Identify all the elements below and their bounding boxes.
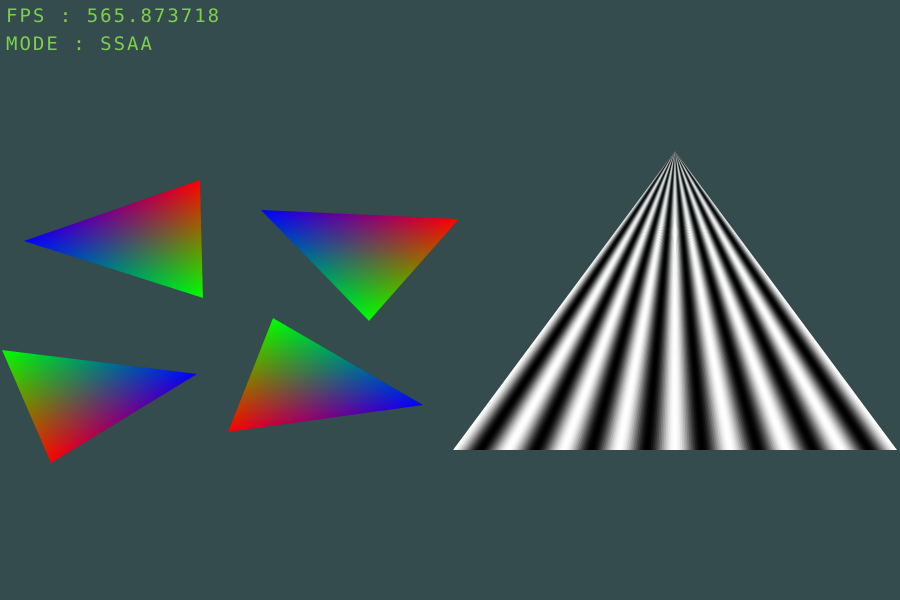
fps-separator: : <box>59 5 74 27</box>
rgb-triangle <box>261 210 459 321</box>
render-scene <box>2 151 897 463</box>
rgb-triangle <box>24 180 203 298</box>
render-viewport: FPS : 565.873718 MODE : SSAA <box>0 0 900 600</box>
triangle-layer <box>2 180 459 463</box>
fps-label: FPS <box>6 5 47 27</box>
mode-label: MODE <box>6 33 60 55</box>
rgb-triangle <box>2 350 197 463</box>
striped-triangle <box>453 151 897 450</box>
hud-overlay: FPS : 565.873718 MODE : SSAA <box>6 2 221 58</box>
rgb-triangle <box>228 318 423 432</box>
fps-value: 565.873718 <box>86 5 222 27</box>
mode-separator: : <box>73 33 87 55</box>
mode-value: SSAA <box>100 33 154 55</box>
fps-readout: FPS : 565.873718 <box>6 2 221 30</box>
mode-readout: MODE : SSAA <box>6 30 221 58</box>
